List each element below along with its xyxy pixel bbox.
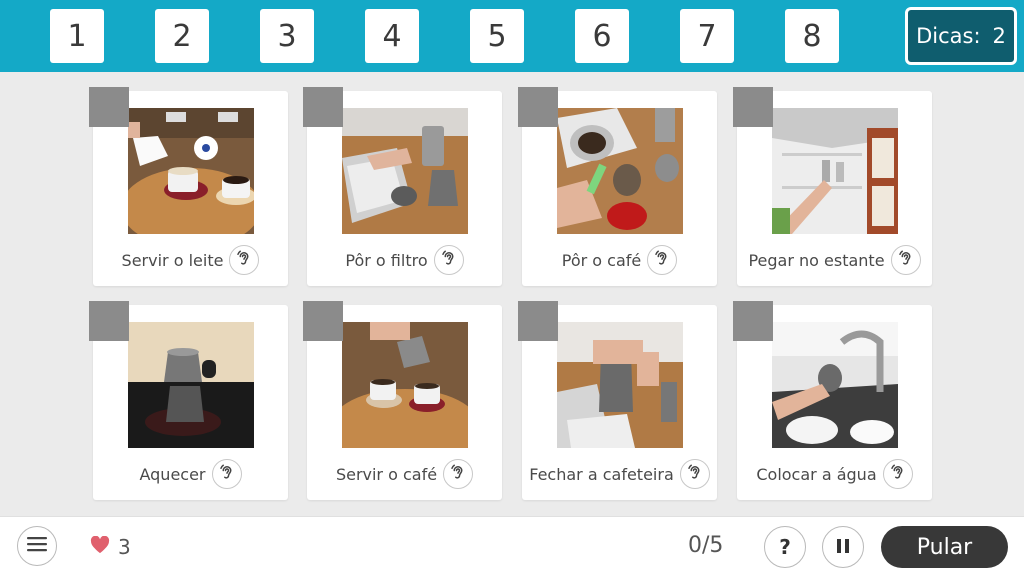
step-slot-4[interactable]: 4: [365, 9, 419, 63]
top-bar: 1 2 3 4 5 6 7 8 Dicas: 2: [0, 0, 1024, 72]
audio-button[interactable]: [679, 459, 710, 489]
pause-button[interactable]: [822, 526, 864, 568]
card-fechar-a-cafeteira[interactable]: Fechar a cafeteira: [518, 301, 717, 500]
card-label: Fechar a cafeteira: [529, 464, 674, 484]
card-label: Pôr o café: [561, 250, 642, 270]
audio-button[interactable]: [647, 245, 678, 275]
card-label: Aquecer: [139, 464, 206, 484]
card-corner-marker: [733, 301, 773, 341]
card-label: Pôr o filtro: [345, 250, 428, 270]
lives-count: 3: [118, 535, 131, 559]
menu-icon: [27, 536, 47, 556]
help-button[interactable]: ?: [764, 526, 806, 568]
hints-label: Dicas:: [916, 24, 981, 48]
card-photo: [128, 108, 254, 234]
lives-counter: 3: [90, 535, 131, 559]
ear-icon: [686, 463, 704, 485]
card-label: Servir o café: [335, 464, 438, 484]
card-por-o-cafe[interactable]: Pôr o café: [518, 87, 717, 286]
step-slot-1[interactable]: 1: [50, 9, 104, 63]
card-por-o-filtro[interactable]: Pôr o filtro: [303, 87, 502, 286]
step-slot-5[interactable]: 5: [470, 9, 524, 63]
card-servir-o-cafe[interactable]: Servir o café: [303, 301, 502, 500]
card-corner-marker: [89, 301, 129, 341]
card-photo: [557, 322, 683, 448]
ear-icon: [889, 463, 907, 485]
card-label: Colocar a água: [756, 464, 877, 484]
menu-button[interactable]: [17, 526, 57, 566]
step-slot-8[interactable]: 8: [785, 9, 839, 63]
card-corner-marker: [518, 87, 558, 127]
card-corner-marker: [303, 87, 343, 127]
ear-icon: [235, 249, 253, 271]
progress-counter: 0/5: [688, 533, 724, 558]
card-photo: [128, 322, 254, 448]
card-label: Pegar no estante: [748, 250, 885, 270]
card-corner-marker: [518, 301, 558, 341]
card-photo: [772, 108, 898, 234]
bottom-bar: 3 0/5 ? Pular: [0, 516, 1024, 576]
card-corner-marker: [303, 301, 343, 341]
card-colocar-a-agua[interactable]: Colocar a água: [733, 301, 932, 500]
card-photo: [557, 108, 683, 234]
audio-button[interactable]: [443, 459, 474, 489]
card-servir-o-leite[interactable]: Servir o leite: [89, 87, 288, 286]
card-pegar-no-estante[interactable]: Pegar no estante: [733, 87, 932, 286]
ear-icon: [449, 463, 467, 485]
card-corner-marker: [733, 87, 773, 127]
audio-button[interactable]: [229, 245, 260, 275]
card-photo: [342, 108, 468, 234]
pause-icon: [836, 535, 850, 559]
card-corner-marker: [89, 87, 129, 127]
skip-button[interactable]: Pular: [881, 526, 1008, 568]
step-slot-2[interactable]: 2: [155, 9, 209, 63]
ear-icon: [218, 463, 236, 485]
step-slot-7[interactable]: 7: [680, 9, 734, 63]
card-label: Servir o leite: [121, 250, 224, 270]
ear-icon: [440, 249, 458, 271]
ear-icon: [897, 249, 915, 271]
audio-button[interactable]: [433, 245, 464, 275]
audio-button[interactable]: [890, 245, 921, 275]
card-photo: [342, 322, 468, 448]
card-photo: [772, 322, 898, 448]
audio-button[interactable]: [211, 459, 242, 489]
hints-button[interactable]: Dicas: 2: [905, 7, 1017, 65]
ear-icon: [653, 249, 671, 271]
heart-icon: [90, 535, 110, 559]
step-slot-6[interactable]: 6: [575, 9, 629, 63]
card-aquecer[interactable]: Aquecer: [89, 301, 288, 500]
audio-button[interactable]: [882, 459, 913, 489]
help-label: ?: [779, 535, 791, 559]
step-slot-3[interactable]: 3: [260, 9, 314, 63]
hints-count: 2: [992, 24, 1006, 48]
